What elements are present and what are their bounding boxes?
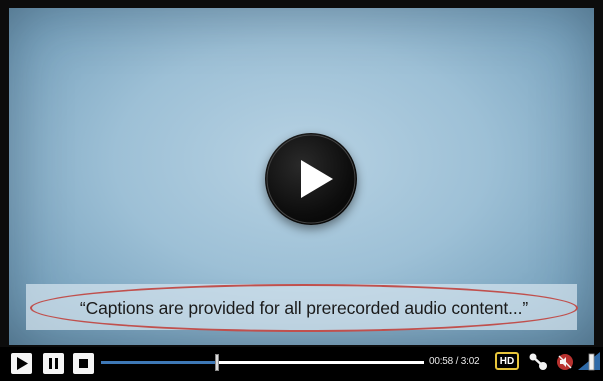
pause-icon [49,358,58,369]
caption-highlight-oval [30,284,578,332]
volume-level-icon[interactable] [578,350,600,372]
stop-button[interactable] [73,353,94,374]
pause-button[interactable] [43,353,64,374]
mute-icon[interactable] [555,352,575,372]
play-button[interactable] [11,353,32,374]
progress-fill [101,361,218,364]
big-play-button[interactable] [265,133,357,225]
play-icon [17,357,28,370]
progress-thumb[interactable] [215,354,220,371]
progress-bar[interactable] [101,361,424,364]
hd-toggle-button[interactable]: HD [495,352,519,370]
time-display: 00:58 / 3:02 [429,356,480,367]
stop-icon [79,359,88,368]
share-icon[interactable] [528,352,550,372]
play-circle-icon [266,134,356,224]
video-player: “Captions are provided for all prerecord… [0,0,603,381]
